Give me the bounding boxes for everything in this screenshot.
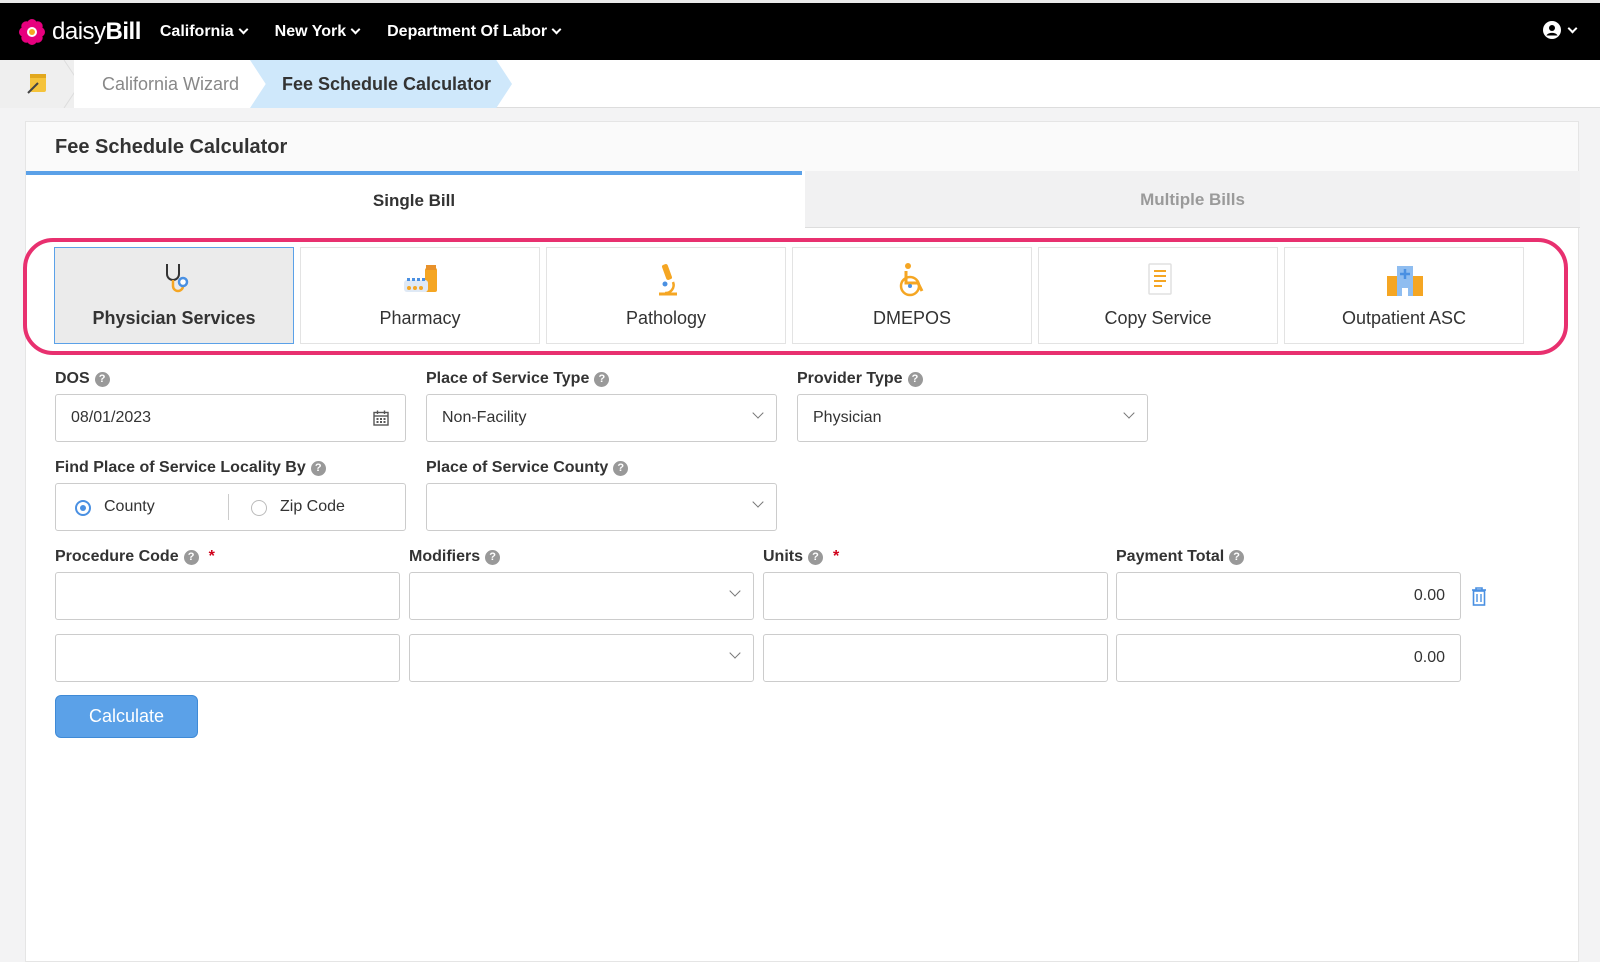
chevron-down-icon [551, 24, 562, 35]
procedure-code-input[interactable] [55, 634, 400, 682]
radio-zip-code[interactable]: Zip Code [229, 484, 405, 530]
pos-county-select[interactable] [426, 483, 777, 531]
help-icon[interactable]: ? [907, 371, 923, 387]
modifiers-select[interactable] [409, 634, 754, 682]
help-icon[interactable]: ? [808, 549, 823, 565]
chevron-down-icon [752, 407, 764, 419]
help-icon[interactable]: ? [485, 549, 501, 565]
help-icon[interactable]: ? [310, 460, 326, 476]
radio-county[interactable]: County [56, 484, 228, 530]
tab-single-bill[interactable]: Single Bill [26, 171, 802, 228]
service-label: Pathology [625, 308, 707, 328]
service-physician-services[interactable]: Physician Services [54, 247, 294, 344]
breadcrumb-fee-schedule-calculator: Fee Schedule Calculator [250, 60, 512, 108]
locality-by-radio-group: County Zip Code [55, 483, 406, 531]
modifiers-select[interactable] [409, 572, 754, 620]
procedure-code-label: Procedure Code? * [55, 548, 215, 565]
help-icon[interactable]: ? [94, 371, 110, 387]
help-icon[interactable]: ? [1229, 549, 1245, 565]
pos-county-label: Place of Service County? [426, 459, 629, 477]
payment-total-label: Payment Total? [1116, 548, 1245, 566]
service-copy-service[interactable]: Copy Service [1038, 247, 1278, 344]
chevron-down-icon [1567, 23, 1578, 33]
service-outpatient-asc[interactable]: Outpatient ASC [1284, 247, 1524, 344]
help-icon[interactable]: ? [594, 371, 610, 387]
chevron-down-icon [729, 647, 741, 659]
pos-type-select[interactable]: Non-Facility [426, 394, 777, 442]
microscope-icon [659, 264, 677, 296]
radio-label: County [104, 498, 155, 515]
chevron-down-icon [350, 24, 361, 35]
units-input[interactable] [763, 634, 1108, 682]
bill-tabs: Single Bill Multiple Bills [26, 171, 1580, 228]
payment-total-field: 0.00 [1116, 634, 1461, 682]
required-asterisk: * [833, 548, 840, 565]
pos-type-label: Place of Service Type? [426, 370, 610, 388]
notepad-icon [27, 74, 46, 94]
menu-california[interactable]: California [160, 23, 249, 41]
service-label: Outpatient ASC [1341, 308, 1467, 328]
required-asterisk: * [208, 548, 215, 565]
tab-multiple-bills[interactable]: Multiple Bills [805, 171, 1580, 228]
chevron-down-icon [729, 585, 741, 597]
dos-date-field[interactable]: 08/01/2023 [55, 394, 406, 442]
service-label: DMEPOS [872, 308, 951, 328]
service-pathology[interactable]: Pathology [546, 247, 786, 344]
provider-type-label: Provider Type? [797, 370, 923, 388]
service-pharmacy[interactable]: Pharmacy [300, 247, 540, 344]
hospital-icon [1387, 266, 1423, 296]
top-menu: California New York Department Of Labor [160, 23, 588, 41]
locality-by-label: Find Place of Service Locality By? [55, 459, 326, 477]
daisy-logo-icon [19, 18, 45, 45]
service-type-selector: Physician Services Pharmacy Pathology DM… [54, 247, 1554, 345]
procedure-code-input[interactable] [55, 572, 400, 620]
service-label: Pharmacy [379, 308, 461, 328]
calendar-icon[interactable] [373, 410, 389, 426]
units-input[interactable] [763, 572, 1108, 620]
dos-label: DOS? [55, 370, 110, 388]
pills-icon [404, 265, 437, 292]
menu-new-york[interactable]: New York [275, 23, 361, 41]
modifiers-label: Modifiers? [409, 548, 501, 566]
help-icon[interactable]: ? [183, 549, 199, 565]
calculate-button[interactable]: Calculate [55, 695, 198, 738]
chevron-down-icon [752, 496, 764, 508]
trash-icon[interactable] [1469, 585, 1489, 607]
chevron-down-icon [1123, 407, 1135, 419]
radio-button-selected[interactable] [75, 500, 91, 516]
help-icon[interactable]: ? [613, 460, 629, 476]
top-nav: daisyBill California New York Department… [0, 0, 1600, 60]
fee-schedule-card: Fee Schedule Calculator Single Bill Mult… [23, 121, 1580, 962]
chevron-down-icon [238, 24, 249, 35]
payment-total-field: 0.00 [1116, 572, 1461, 620]
stethoscope-icon [166, 264, 189, 293]
provider-type-select[interactable]: Physician [797, 394, 1148, 442]
breadcrumb-home[interactable] [0, 60, 81, 108]
service-label: Physician Services [92, 308, 256, 328]
page-title: Fee Schedule Calculator [26, 122, 1578, 171]
service-label: Copy Service [1104, 308, 1212, 328]
menu-department-of-labor[interactable]: Department Of Labor [387, 23, 562, 41]
radio-label: Zip Code [280, 498, 345, 515]
breadcrumb-california-wizard[interactable]: California Wizard [74, 60, 252, 108]
daisybill-logo[interactable]: daisyBill [18, 18, 141, 46]
document-icon [1148, 263, 1172, 295]
service-dmepos[interactable]: DMEPOS [792, 247, 1032, 344]
breadcrumb: California Wizard Fee Schedule Calculato… [0, 60, 1600, 108]
user-circle-icon [1543, 21, 1561, 39]
wheelchair-icon [899, 263, 924, 297]
radio-button[interactable] [251, 500, 267, 516]
units-label: Units? * [763, 548, 840, 565]
user-menu[interactable] [1543, 21, 1578, 39]
logo-text: daisyBill [52, 17, 141, 45]
